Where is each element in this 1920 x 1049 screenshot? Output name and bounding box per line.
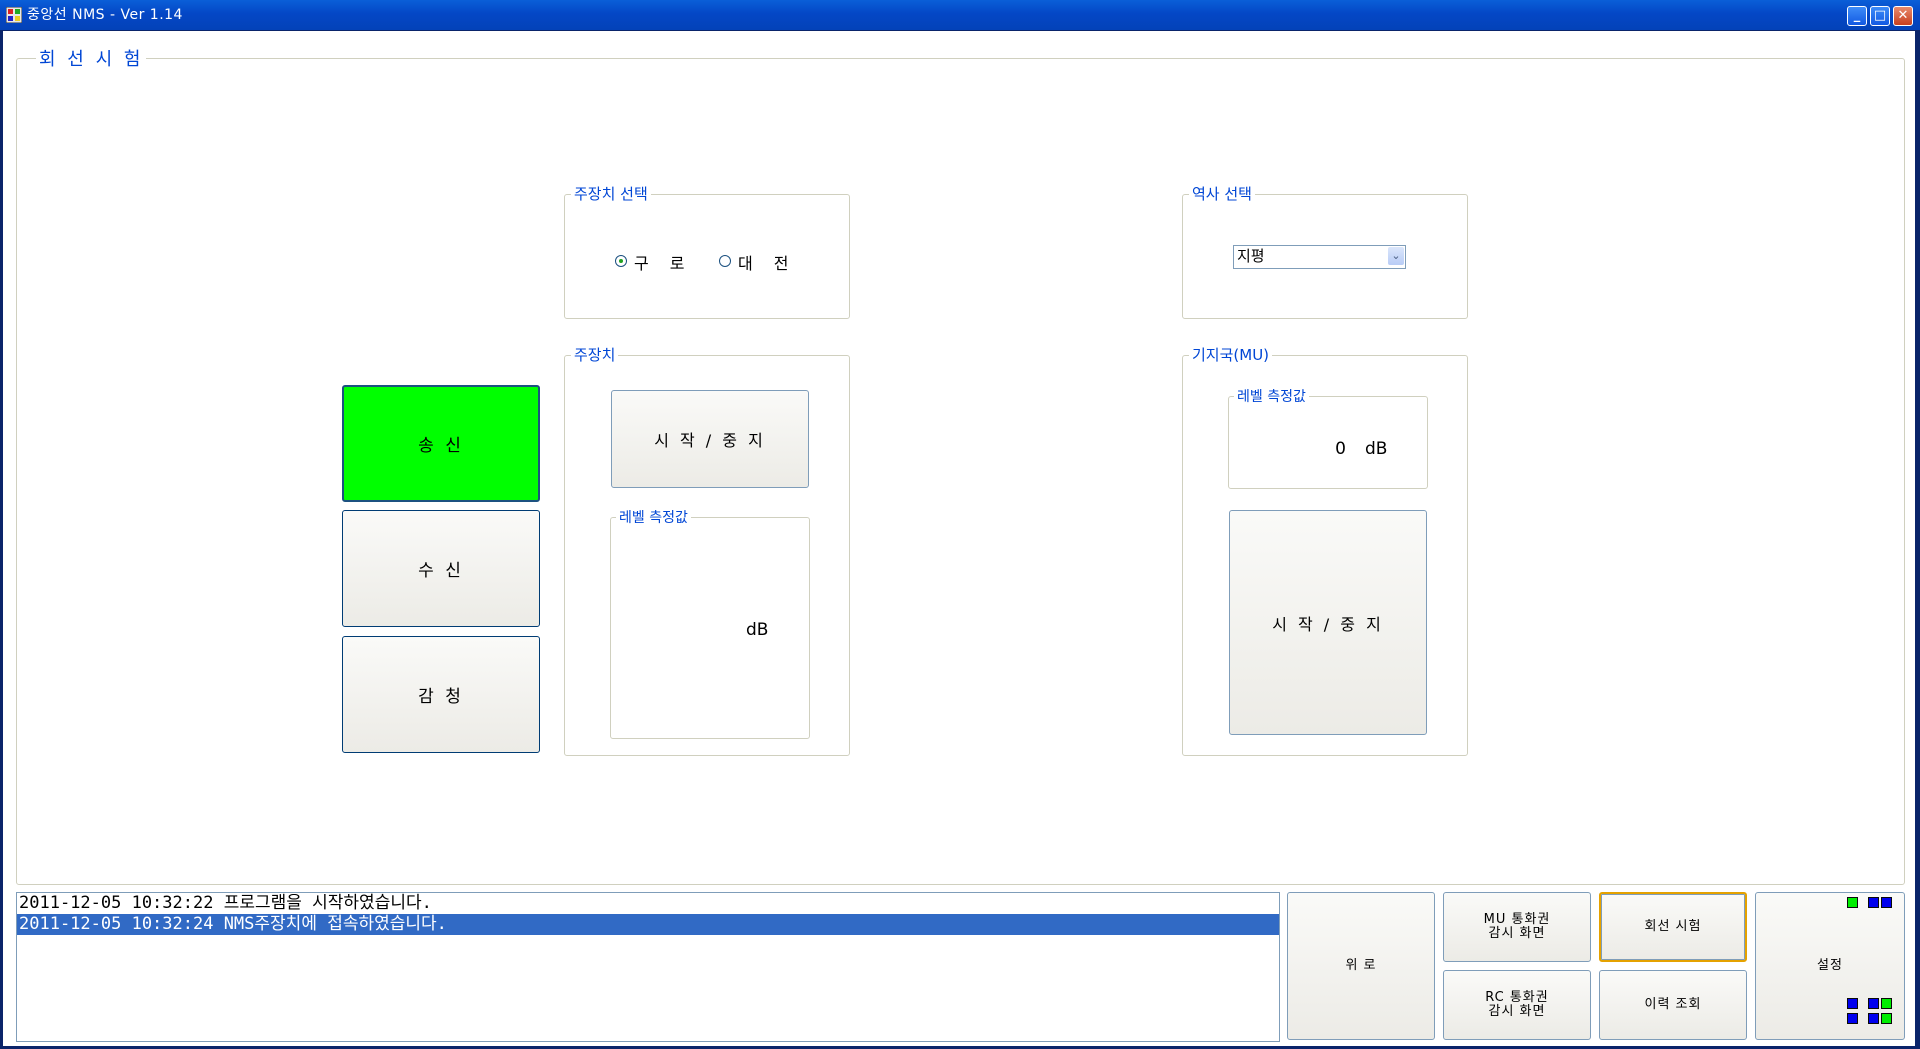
- status-led-icon: [1881, 897, 1892, 908]
- main-level-title: 레벨 측정값: [616, 507, 691, 527]
- rc-monitor-button[interactable]: RC 통화권 감시 화면: [1443, 970, 1591, 1040]
- main-device-select-group: [564, 194, 850, 319]
- log-line[interactable]: 2011-12-05 10:32:22 프로그램을 시작하였습니다.: [17, 893, 1279, 914]
- monitor-button[interactable]: 감 청: [342, 636, 540, 753]
- chevron-down-icon[interactable]: ⌄: [1388, 247, 1404, 265]
- radio-daejeon-label[interactable]: 대 전: [738, 250, 797, 274]
- rc-monitor-label-1: RC 통화권: [1485, 990, 1549, 1005]
- main-level-unit: dB: [746, 620, 769, 640]
- main-start-stop-button[interactable]: 시 작 / 중 지: [611, 390, 809, 488]
- status-led-icon: [1868, 998, 1879, 1009]
- mu-monitor-button[interactable]: MU 통화권 감시 화면: [1443, 892, 1591, 962]
- line-test-group-title: 회 선 시 험: [36, 45, 147, 71]
- main-level-group: [610, 517, 810, 739]
- log-list[interactable]: 2011-12-05 10:32:22 프로그램을 시작하였습니다. 2011-…: [16, 892, 1280, 1042]
- transmit-button[interactable]: 송 신: [342, 385, 540, 502]
- station-dropdown[interactable]: 지평 ⌄: [1233, 245, 1406, 269]
- base-level-value: 0: [1335, 439, 1346, 459]
- settings-button-label: 설정: [1817, 958, 1843, 973]
- base-level-title: 레벨 측정값: [1234, 386, 1309, 406]
- log-line-selected[interactable]: 2011-12-05 10:32:24 NMS주장치에 접속하였습니다.: [17, 914, 1279, 935]
- comfort-button[interactable]: 위 로: [1287, 892, 1435, 1040]
- app-icon: [6, 7, 22, 23]
- title-bar[interactable]: 중앙선 NMS - Ver 1.14 _ □ ✕: [0, 0, 1920, 30]
- mu-monitor-label-2: 감시 화면: [1488, 926, 1546, 941]
- station-dropdown-value: 지평: [1237, 247, 1265, 265]
- base-start-stop-label: 시 작 / 중 지: [1272, 614, 1384, 634]
- mu-monitor-label-1: MU 통화권: [1483, 912, 1551, 927]
- receive-button[interactable]: 수 신: [342, 510, 540, 627]
- minimize-button[interactable]: _: [1847, 6, 1867, 26]
- base-start-stop-button[interactable]: 시 작 / 중 지: [1229, 510, 1427, 735]
- history-button-label: 이력 조회: [1644, 997, 1702, 1012]
- comfort-button-label: 위 로: [1345, 958, 1377, 973]
- line-test-group: [16, 58, 1905, 885]
- radio-guro[interactable]: [615, 255, 627, 267]
- main-start-stop-label: 시 작 / 중 지: [654, 431, 766, 450]
- status-led-icon: [1868, 1013, 1879, 1024]
- line-test-button[interactable]: 회선 시험: [1599, 892, 1747, 962]
- status-led-icon: [1881, 1013, 1892, 1024]
- status-led-icon: [1847, 897, 1858, 908]
- base-level-unit: dB: [1365, 439, 1388, 459]
- status-led-icon: [1847, 998, 1858, 1009]
- transmit-button-label: 송 신: [418, 436, 464, 456]
- station-select-title: 역사 선택: [1189, 183, 1255, 204]
- monitor-button-label: 감 청: [418, 687, 464, 707]
- radio-daejeon[interactable]: [719, 255, 731, 267]
- maximize-button[interactable]: □: [1870, 6, 1890, 26]
- main-device-select-title: 주장치 선택: [571, 183, 651, 204]
- base-station-title: 기지국(MU): [1189, 344, 1273, 365]
- main-device-title: 주장치: [571, 344, 619, 365]
- status-led-icon: [1868, 897, 1879, 908]
- radio-guro-label[interactable]: 구 로: [634, 250, 693, 274]
- status-led-icon: [1881, 998, 1892, 1009]
- status-led-icon: [1847, 1013, 1858, 1024]
- receive-button-label: 수 신: [418, 561, 464, 581]
- status-indicator-bottom: [1847, 998, 1897, 1028]
- history-button[interactable]: 이력 조회: [1599, 970, 1747, 1040]
- close-button[interactable]: ✕: [1893, 6, 1913, 26]
- rc-monitor-label-2: 감시 화면: [1488, 1004, 1546, 1019]
- status-indicator-top: [1847, 897, 1897, 911]
- window-title: 중앙선 NMS - Ver 1.14: [27, 7, 183, 23]
- line-test-button-label: 회선 시험: [1644, 919, 1702, 934]
